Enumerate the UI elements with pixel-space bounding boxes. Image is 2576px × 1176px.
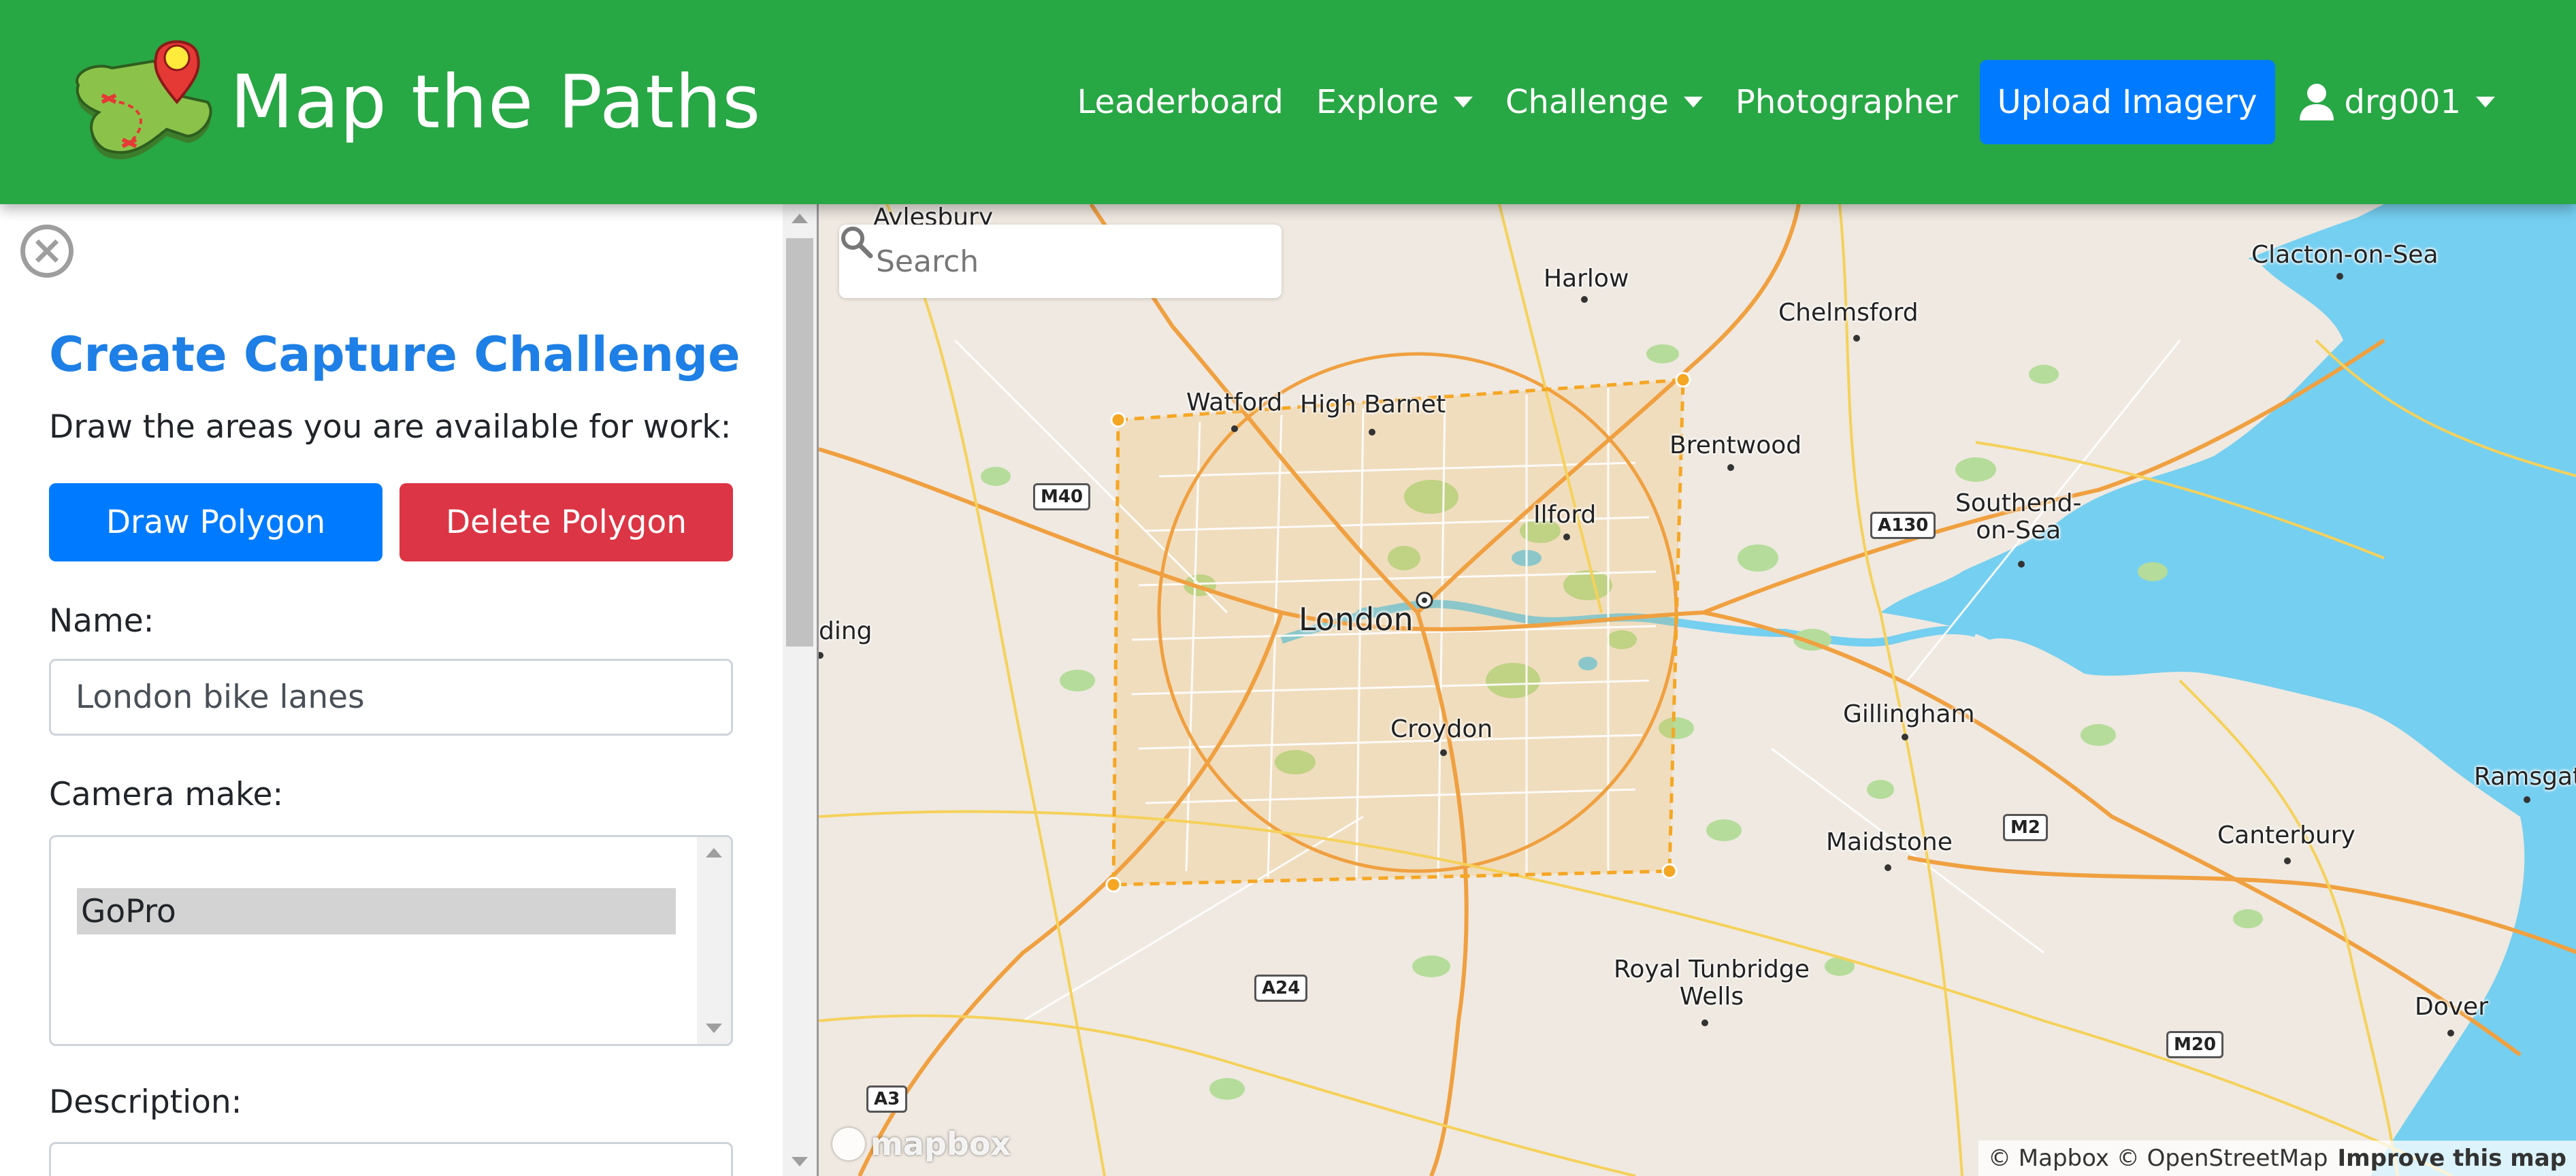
scrollbar-thumb[interactable] [786, 238, 813, 647]
map-search-input[interactable] [876, 244, 1230, 279]
nav-photographer[interactable]: Photographer [1719, 60, 1974, 144]
place-label-chelmsford: Chelmsford [1778, 299, 1919, 327]
chevron-down-icon [1683, 97, 1703, 108]
search-icon [841, 227, 873, 259]
delete-polygon-button[interactable]: Delete Polygon [400, 483, 733, 561]
road-shield-a3: A3 [866, 1085, 908, 1113]
panel-title: Create Capture Challenge [49, 327, 740, 382]
place-label-croydon: Croydon [1390, 715, 1493, 743]
camera-make-option[interactable]: GoPro [77, 888, 676, 934]
camera-make-label: Camera make: [49, 776, 284, 813]
place-label-london: London [1299, 601, 1414, 638]
name-input[interactable]: London bike lanes [49, 659, 733, 736]
place-label-ramsgate: Ramsgat [2474, 763, 2576, 791]
user-menu-dropdown[interactable]: drg001 [2281, 60, 2511, 144]
mapbox-logo-text: mapbox [870, 1126, 1011, 1162]
place-label-maidstone: Maidstone [1826, 828, 1953, 856]
place-label-reading: ding [819, 617, 873, 645]
brand-title: Map the Paths [230, 59, 762, 145]
place-label-watford: Watford [1186, 389, 1283, 416]
map-pin-logo-icon [76, 40, 212, 160]
improve-map-link[interactable]: Improve this map [2338, 1145, 2567, 1172]
scroll-up-icon[interactable] [792, 214, 808, 223]
nav-explore-dropdown[interactable]: Explore [1300, 60, 1489, 144]
place-label-brentwood: Brentwood [1669, 431, 1802, 459]
upload-imagery-button[interactable]: Upload Imagery [1979, 60, 2275, 144]
place-label-high-barnet: High Barnet [1300, 391, 1446, 419]
description-label: Description: [49, 1083, 242, 1121]
scroll-down-icon[interactable] [706, 1024, 722, 1033]
name-label: Name: [49, 602, 154, 640]
road-shield-m40: M40 [1033, 483, 1091, 510]
map-attribution: © Mapbox © OpenStreetMap Improve this map [1978, 1141, 2576, 1176]
nav-challenge-dropdown[interactable]: Challenge [1489, 60, 1719, 144]
place-label-ilford: Ilford [1533, 501, 1597, 529]
nav-links: Leaderboard Explore Challenge Photograph… [1061, 60, 2511, 144]
road-shield-a130: A130 [1870, 512, 1936, 539]
brand[interactable]: Map the Paths [65, 27, 761, 177]
select-scrollbar[interactable] [697, 837, 731, 1044]
road-shield-m2: M2 [2003, 814, 2048, 841]
nav-leaderboard[interactable]: Leaderboard [1061, 60, 1300, 144]
nav-challenge-label: Challenge [1505, 83, 1669, 121]
navbar: Map the Paths Leaderboard Explore Challe… [0, 0, 2576, 204]
user-name: drg001 [2344, 83, 2461, 121]
draw-polygon-button[interactable]: Draw Polygon [49, 483, 382, 561]
road-shield-a24: A24 [1254, 975, 1308, 1002]
page-scrollbar[interactable] [783, 204, 817, 1176]
place-label-dover: Dover [2415, 993, 2488, 1021]
nav-explore-label: Explore [1316, 83, 1439, 121]
mapbox-logo-icon [832, 1128, 865, 1160]
road-shield-m20: M20 [2166, 1031, 2224, 1058]
place-label-harlow: Harlow [1544, 265, 1629, 293]
description-input[interactable] [49, 1142, 733, 1176]
place-label-southend: Southend- on-Sea [1955, 489, 2082, 544]
place-label-gillingham: Gillingham [1843, 700, 1975, 728]
place-label-canterbury: Canterbury [2217, 821, 2355, 849]
map-view[interactable]: Aylesbury Harlow Clacton-on-Sea Chelmsfo… [817, 204, 2576, 1176]
scroll-down-icon[interactable] [792, 1157, 808, 1166]
camera-make-select[interactable]: GoPro [49, 835, 733, 1046]
chevron-down-icon [2476, 97, 2495, 108]
place-label-clacton: Clacton-on-Sea [2251, 241, 2439, 269]
create-challenge-panel: × Create Capture Challenge Draw the area… [0, 204, 783, 1176]
scroll-up-icon[interactable] [706, 848, 722, 858]
attribution-text[interactable]: © Mapbox © OpenStreetMap [1988, 1145, 2328, 1172]
map-search-box [839, 225, 1282, 298]
chevron-down-icon [1453, 97, 1473, 108]
map-canvas[interactable] [819, 204, 2576, 1176]
panel-instructions: Draw the areas you are available for wor… [49, 408, 732, 446]
close-icon[interactable]: × [20, 225, 74, 278]
place-label-tunbridge-wells: Royal Tunbridge Wells [1614, 956, 1810, 1011]
user-icon [2299, 84, 2334, 120]
mapbox-logo[interactable]: mapbox [832, 1126, 1011, 1162]
